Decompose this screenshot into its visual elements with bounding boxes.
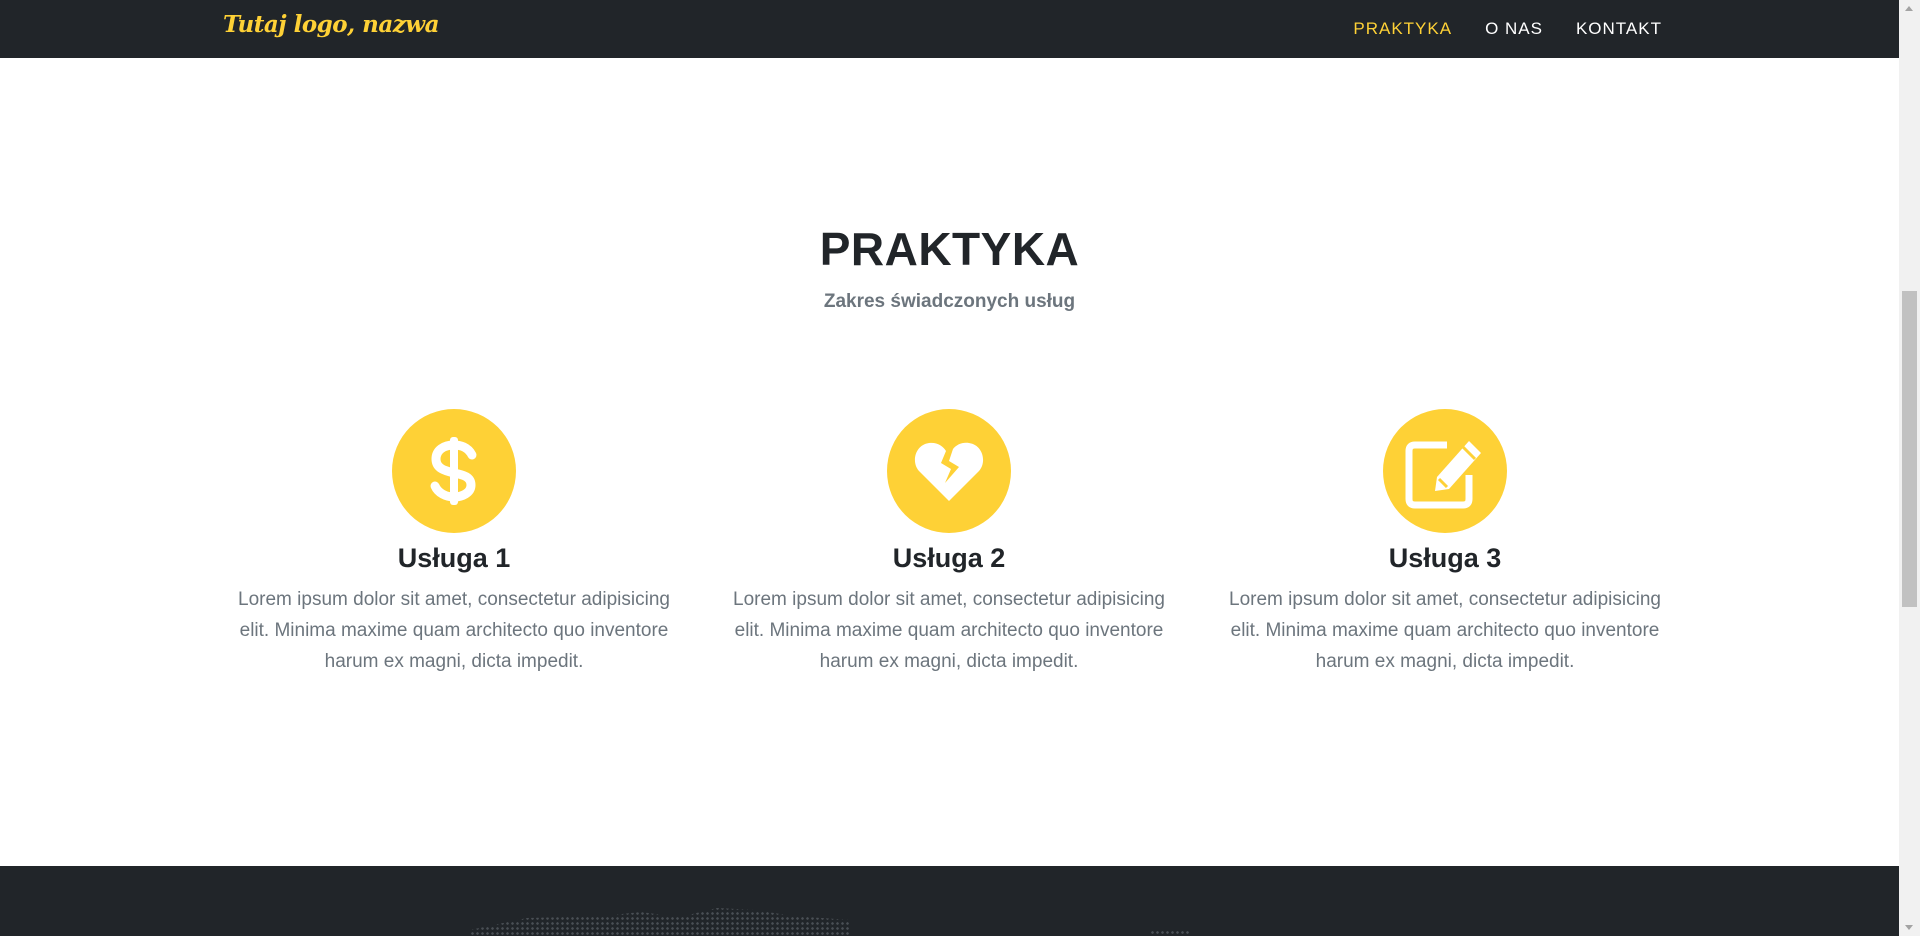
edit-icon — [1383, 409, 1507, 533]
service-text: Lorem ipsum dolor sit amet, consectetur … — [238, 589, 670, 672]
world-map-dots — [1150, 930, 1190, 936]
nav-item-praktyka[interactable]: PRAKTYKA — [1353, 19, 1452, 39]
section-subtitle: Zakres świadczonych usług — [823, 291, 1076, 312]
scroll-thumb[interactable] — [1902, 291, 1917, 607]
service-title: Usługa 2 — [892, 543, 1006, 573]
brand-logo[interactable]: Tutaj logo, nazwa — [223, 11, 440, 38]
service-title: Usługa 1 — [397, 543, 511, 573]
dollar-icon — [392, 409, 516, 533]
nav-menu: PRAKTYKA O NAS KONTAKT — [1353, 0, 1662, 58]
service-card-2: Usługa 2 Lorem ipsum dolor sit amet, con… — [724, 409, 1174, 677]
section-title: PRAKTYKA — [819, 223, 1080, 275]
service-card-3: Usługa 3 Lorem ipsum dolor sit amet, con… — [1220, 409, 1670, 677]
service-title: Usługa 3 — [1388, 543, 1502, 573]
dark-section — [0, 866, 1899, 936]
scroll-up-icon[interactable] — [1905, 6, 1913, 11]
nav-item-o-nas[interactable]: O NAS — [1485, 19, 1543, 39]
page: Tutaj logo, nazwa PRAKTYKA O NAS KONTAKT… — [0, 0, 1920, 936]
scrollbar[interactable] — [1899, 0, 1920, 936]
nav-item-kontakt[interactable]: KONTAKT — [1576, 19, 1662, 39]
world-map-dots — [470, 908, 850, 936]
service-card-1: Usługa 1 Lorem ipsum dolor sit amet, con… — [229, 409, 679, 677]
scroll-down-icon[interactable] — [1905, 925, 1913, 930]
navbar: Tutaj logo, nazwa PRAKTYKA O NAS KONTAKT — [0, 0, 1899, 58]
broken-heart-icon — [887, 409, 1011, 533]
service-text: Lorem ipsum dolor sit amet, consectetur … — [1229, 589, 1661, 672]
service-text: Lorem ipsum dolor sit amet, consectetur … — [733, 589, 1165, 672]
